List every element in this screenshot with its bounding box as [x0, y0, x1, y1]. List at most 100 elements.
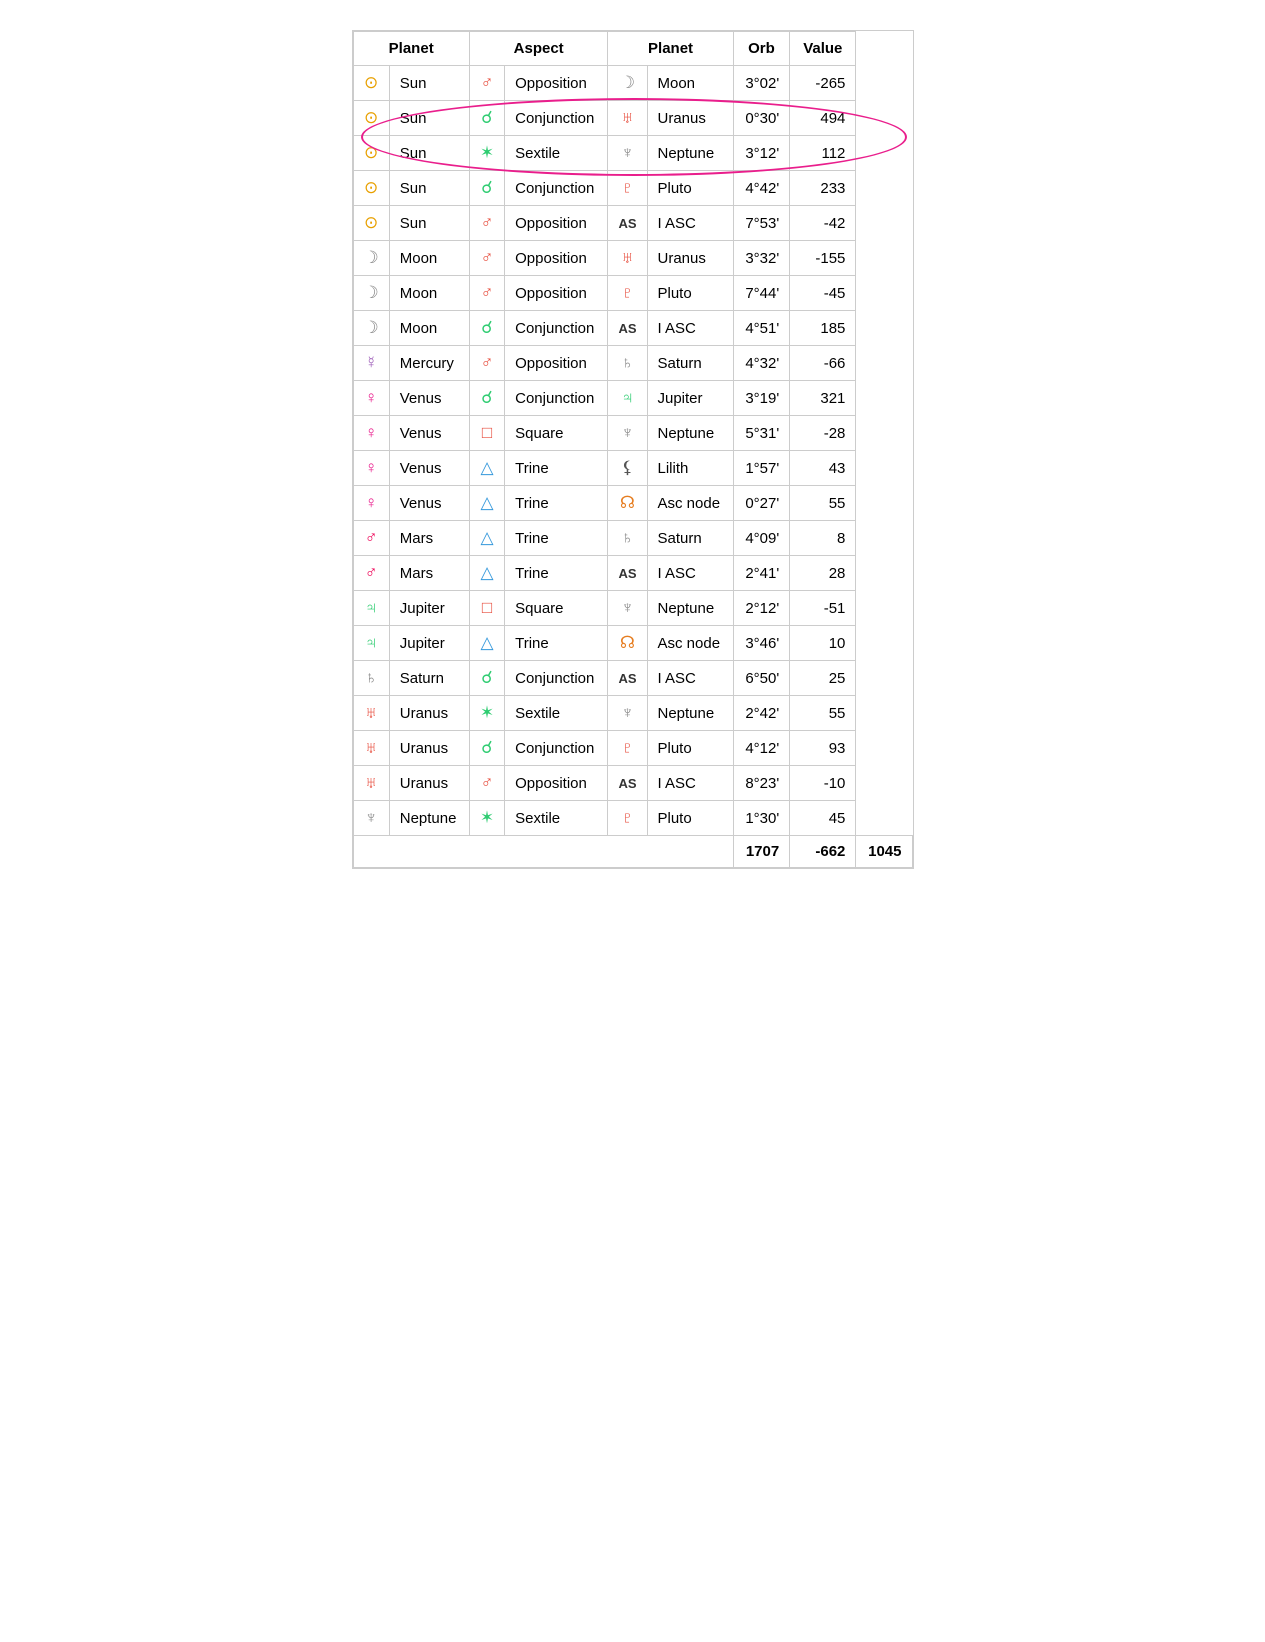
aspect-value: 43: [790, 451, 856, 486]
aspect-symbol: ♂: [469, 241, 504, 276]
aspect-name: Sextile: [505, 696, 608, 731]
planet1-name: Uranus: [389, 731, 469, 766]
aspect-symbol: □: [469, 591, 504, 626]
planet1-name: Jupiter: [389, 626, 469, 661]
planet2-symbol: ♃: [608, 381, 647, 416]
planet2-symbol: ♆: [608, 416, 647, 451]
aspect-name: Opposition: [505, 241, 608, 276]
planet1-symbol: ♃: [353, 591, 389, 626]
aspect-name: Trine: [505, 556, 608, 591]
planet1-symbol: ⊙: [353, 136, 389, 171]
aspect-name: Trine: [505, 451, 608, 486]
totals-row: 1707 -662 1045: [353, 836, 912, 868]
planet1-name: Uranus: [389, 766, 469, 801]
aspect-symbol: ✶: [469, 801, 504, 836]
planet1-symbol: ♀: [353, 486, 389, 521]
aspect-value: 112: [790, 136, 856, 171]
planet1-symbol: ♆: [353, 801, 389, 836]
planet1-name: Sun: [389, 171, 469, 206]
table-row: ♀ Venus △ Trine ☊ Asc node 0°27' 55: [353, 486, 912, 521]
planet1-name: Mercury: [389, 346, 469, 381]
header-planet2: Planet: [608, 32, 733, 66]
planet2-name: Saturn: [647, 521, 733, 556]
table-row: ♅ Uranus ♂ Opposition AS I ASC 8°23' -10: [353, 766, 912, 801]
planet1-name: Venus: [389, 486, 469, 521]
aspect-symbol: ♂: [469, 346, 504, 381]
table-row: ♂ Mars △ Trine AS I ASC 2°41' 28: [353, 556, 912, 591]
aspect-symbol: △: [469, 626, 504, 661]
planet1-symbol: ⊙: [353, 171, 389, 206]
planet2-symbol: ♅: [608, 101, 647, 136]
aspect-name: Opposition: [505, 66, 608, 101]
orb-value: 3°46': [733, 626, 790, 661]
planet2-symbol: ♇: [608, 731, 647, 766]
aspect-value: 28: [790, 556, 856, 591]
header-planet1: Planet: [353, 32, 469, 66]
planet1-name: Uranus: [389, 696, 469, 731]
aspect-value: 55: [790, 486, 856, 521]
aspect-symbol: ☌: [469, 661, 504, 696]
table-row: ☽ Moon ♂ Opposition ♅ Uranus 3°32' -155: [353, 241, 912, 276]
orb-value: 2°41': [733, 556, 790, 591]
aspect-value: 10: [790, 626, 856, 661]
planet2-name: Saturn: [647, 346, 733, 381]
aspect-value: 55: [790, 696, 856, 731]
aspect-symbol: ✶: [469, 696, 504, 731]
orb-value: 4°51': [733, 311, 790, 346]
aspect-value: -28: [790, 416, 856, 451]
planet1-symbol: ☽: [353, 276, 389, 311]
planet2-name: Uranus: [647, 101, 733, 136]
planet2-symbol: ♆: [608, 136, 647, 171]
aspect-name: Opposition: [505, 346, 608, 381]
orb-value: 3°19': [733, 381, 790, 416]
table-row: ⊙ Sun ☌ Conjunction ♇ Pluto 4°42' 233: [353, 171, 912, 206]
planet2-symbol: ☽: [608, 66, 647, 101]
table-row: ⊙ Sun ☌ Conjunction ♅ Uranus 0°30' 494: [353, 101, 912, 136]
planet2-name: I ASC: [647, 661, 733, 696]
planet2-symbol: ♇: [608, 171, 647, 206]
planet1-symbol: ♃: [353, 626, 389, 661]
planet2-symbol: ♆: [608, 591, 647, 626]
orb-total: 1707: [733, 836, 790, 868]
aspect-value: 494: [790, 101, 856, 136]
planet1-name: Moon: [389, 276, 469, 311]
planet1-symbol: ♂: [353, 521, 389, 556]
header-aspect: Aspect: [469, 32, 608, 66]
planet1-symbol: ⊙: [353, 66, 389, 101]
aspect-name: Sextile: [505, 136, 608, 171]
planet2-name: Pluto: [647, 276, 733, 311]
table-row: ⊙ Sun ♂ Opposition ☽ Moon 3°02' -265: [353, 66, 912, 101]
orb-value: 7°53': [733, 206, 790, 241]
aspect-value: 25: [790, 661, 856, 696]
table-row: ☽ Moon ♂ Opposition ♇ Pluto 7°44' -45: [353, 276, 912, 311]
planet2-symbol: AS: [608, 661, 647, 696]
aspect-symbol: ♂: [469, 276, 504, 311]
aspect-value: -66: [790, 346, 856, 381]
aspect-name: Conjunction: [505, 661, 608, 696]
header-orb: Orb: [733, 32, 790, 66]
orb-value: 3°12': [733, 136, 790, 171]
orb-value: 0°30': [733, 101, 790, 136]
planet1-symbol: ♅: [353, 696, 389, 731]
aspect-name: Opposition: [505, 206, 608, 241]
table-row: ♅ Uranus ☌ Conjunction ♇ Pluto 4°12' 93: [353, 731, 912, 766]
aspect-symbol: ♂: [469, 66, 504, 101]
planet1-name: Sun: [389, 136, 469, 171]
planet1-name: Moon: [389, 311, 469, 346]
planet2-name: Pluto: [647, 801, 733, 836]
aspect-symbol: ☌: [469, 171, 504, 206]
aspect-value: -155: [790, 241, 856, 276]
orb-value: 2°42': [733, 696, 790, 731]
planet2-symbol: ☊: [608, 626, 647, 661]
planet1-name: Venus: [389, 381, 469, 416]
aspect-value: 93: [790, 731, 856, 766]
aspect-value: 45: [790, 801, 856, 836]
aspect-value: 185: [790, 311, 856, 346]
planet1-symbol: ⊙: [353, 206, 389, 241]
planet1-symbol: ♀: [353, 381, 389, 416]
orb-value: 4°32': [733, 346, 790, 381]
planet2-name: Pluto: [647, 731, 733, 766]
planet2-name: Asc node: [647, 626, 733, 661]
aspect-value: -51: [790, 591, 856, 626]
planet2-name: Lilith: [647, 451, 733, 486]
